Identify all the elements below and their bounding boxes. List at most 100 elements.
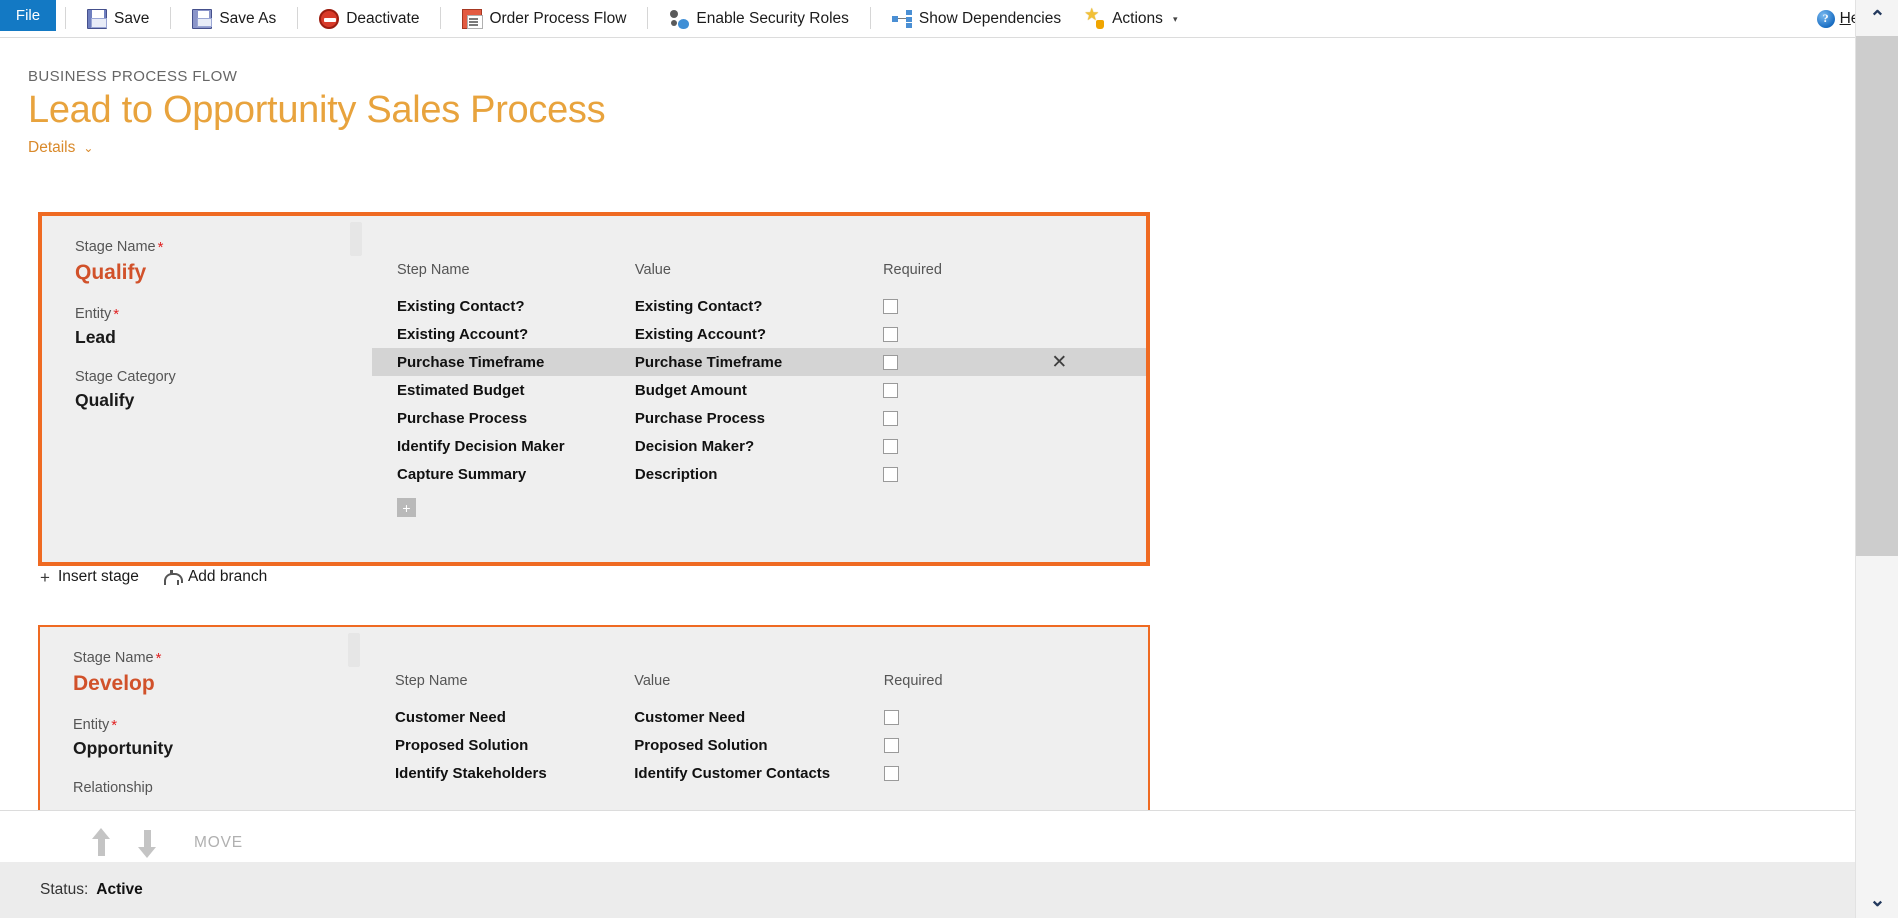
details-toggle[interactable]: Details ⌄ <box>28 139 605 157</box>
stage-card-develop[interactable]: Stage Name * Develop Entity * Opportunity … <box>38 625 1150 815</box>
table-row[interactable]: Customer Need Customer Need <box>370 703 1148 731</box>
required-checkbox[interactable] <box>883 411 899 427</box>
file-tab[interactable]: File <box>0 0 56 31</box>
arrow-down-icon <box>138 846 156 858</box>
save-icon <box>87 9 107 29</box>
entity-value[interactable]: Lead <box>75 327 372 348</box>
step-value-cell[interactable]: Budget Amount <box>635 376 883 404</box>
step-name-cell[interactable]: Purchase Timeframe <box>372 348 635 376</box>
steps-header-row: Step Name Value Required <box>372 262 1146 292</box>
stage-name-value[interactable]: Qualify <box>75 261 372 285</box>
show-dependencies-button[interactable]: Show Dependencies <box>880 0 1073 38</box>
stage-name-value[interactable]: Develop <box>73 672 370 696</box>
step-required-cell <box>883 404 1051 432</box>
column-header-step-name: Step Name <box>397 262 470 278</box>
toolbar-separator <box>440 6 442 29</box>
required-checkbox[interactable] <box>883 299 899 315</box>
scrollbar-thumb[interactable] <box>1856 36 1898 556</box>
step-name-cell[interactable]: Customer Need <box>370 703 634 731</box>
scroll-down-button[interactable]: ⌄ <box>1856 882 1898 918</box>
status-badge: Active <box>96 881 143 898</box>
save-as-button[interactable]: Save As <box>180 0 288 38</box>
column-header-value: Value <box>634 262 671 278</box>
vertical-scrollbar[interactable]: ⌃ ⌄ <box>1855 0 1898 918</box>
insert-stage-button[interactable]: + Insert stage <box>40 568 139 586</box>
step-value-cell[interactable]: Description <box>635 460 883 488</box>
required-indicator: * <box>111 716 118 734</box>
command-bar: File Save Save As Deactivate Order Proce… <box>0 0 1898 38</box>
step-delete-cell <box>1053 703 1148 731</box>
delete-step-icon[interactable]: ✕ <box>1051 352 1067 373</box>
step-name-cell[interactable]: Identify Decision Maker <box>372 432 635 460</box>
required-indicator: * <box>113 305 120 323</box>
entity-label: Entity <box>73 716 110 733</box>
table-row[interactable]: Purchase Timeframe Purchase Timeframe ✕ <box>372 348 1146 376</box>
table-row[interactable]: Capture Summary Description <box>372 460 1146 488</box>
entity-label: Entity <box>75 305 112 322</box>
step-name-cell[interactable]: Existing Contact? <box>372 292 635 320</box>
required-checkbox[interactable] <box>883 467 899 483</box>
step-value-cell[interactable]: Purchase Process <box>635 404 883 432</box>
table-row[interactable]: Existing Account? Existing Account? <box>372 320 1146 348</box>
step-drag-handle[interactable] <box>350 222 362 256</box>
move-up-button[interactable] <box>88 827 114 858</box>
step-name-cell[interactable]: Identify Stakeholders <box>370 759 634 787</box>
step-required-cell <box>883 731 1053 759</box>
required-checkbox[interactable] <box>883 327 899 343</box>
save-button[interactable]: Save <box>75 0 161 38</box>
step-value-cell[interactable]: Identify Customer Contacts <box>634 759 883 787</box>
stage-card-qualify[interactable]: Stage Name * Qualify Entity * Lead Stage C… <box>38 212 1150 566</box>
enable-security-roles-label: Enable Security Roles <box>696 10 849 27</box>
required-checkbox[interactable] <box>883 766 899 782</box>
step-value-cell[interactable]: Purchase Timeframe <box>635 348 883 376</box>
stage-category-value[interactable]: Qualify <box>75 390 372 411</box>
order-process-flow-button[interactable]: Order Process Flow <box>450 0 638 38</box>
step-name-cell[interactable]: Capture Summary <box>372 460 635 488</box>
table-row[interactable]: Identify Decision Maker Decision Maker? <box>372 432 1146 460</box>
steps-header-row: Step Name Value Required <box>370 673 1148 703</box>
table-row[interactable]: Identify Stakeholders Identify Customer … <box>370 759 1148 787</box>
column-header-delete <box>1053 673 1148 703</box>
table-row[interactable]: Purchase Process Purchase Process <box>372 404 1146 432</box>
page-header: BUSINESS PROCESS FLOW Lead to Opportunit… <box>28 68 606 157</box>
entity-type-label: BUSINESS PROCESS FLOW <box>28 68 238 85</box>
step-name-cell[interactable]: Proposed Solution <box>370 731 634 759</box>
scroll-up-button[interactable]: ⌃ <box>1856 0 1898 36</box>
required-checkbox[interactable] <box>883 738 899 754</box>
step-value-cell[interactable]: Existing Account? <box>635 320 883 348</box>
step-required-cell <box>883 460 1051 488</box>
required-checkbox[interactable] <box>883 439 899 455</box>
field-entity: Entity * Lead <box>75 305 372 349</box>
required-checkbox[interactable] <box>883 710 899 726</box>
step-name-cell[interactable]: Estimated Budget <box>372 376 635 404</box>
step-drag-handle[interactable] <box>348 633 360 667</box>
save-label: Save <box>114 10 150 27</box>
step-name-cell[interactable]: Purchase Process <box>372 404 635 432</box>
deactivate-button[interactable]: Deactivate <box>307 0 431 38</box>
move-label: MOVE <box>194 833 243 851</box>
add-branch-button[interactable]: Add branch <box>163 568 267 586</box>
steps-table: Step Name Value Required Existing Contac… <box>372 262 1146 488</box>
table-row[interactable]: Proposed Solution Proposed Solution <box>370 731 1148 759</box>
step-value-cell[interactable]: Proposed Solution <box>634 731 883 759</box>
add-step-button[interactable]: + <box>397 498 416 517</box>
stage-details-panel: Stage Name * Qualify Entity * Lead Stage C… <box>42 216 372 562</box>
entity-value[interactable]: Opportunity <box>73 738 370 759</box>
step-value-cell[interactable]: Decision Maker? <box>635 432 883 460</box>
step-name-cell[interactable]: Existing Account? <box>372 320 635 348</box>
step-delete-cell: ✕ <box>1051 348 1146 376</box>
enable-security-roles-button[interactable]: Enable Security Roles <box>657 0 861 38</box>
step-value-cell[interactable]: Customer Need <box>634 703 883 731</box>
order-process-flow-label: Order Process Flow <box>489 10 627 27</box>
deactivate-label: Deactivate <box>346 10 420 27</box>
required-checkbox[interactable] <box>883 383 899 399</box>
move-down-button[interactable] <box>134 828 160 858</box>
toolbar-separator <box>297 6 299 29</box>
order-process-flow-icon <box>462 9 484 29</box>
table-row[interactable]: Existing Contact? Existing Contact? <box>372 292 1146 320</box>
step-value-cell[interactable]: Existing Contact? <box>635 292 883 320</box>
required-checkbox[interactable] <box>883 355 899 371</box>
actions-button[interactable]: Actions ▾ <box>1073 0 1189 38</box>
toolbar-separator <box>65 6 66 29</box>
table-row[interactable]: Estimated Budget Budget Amount <box>372 376 1146 404</box>
